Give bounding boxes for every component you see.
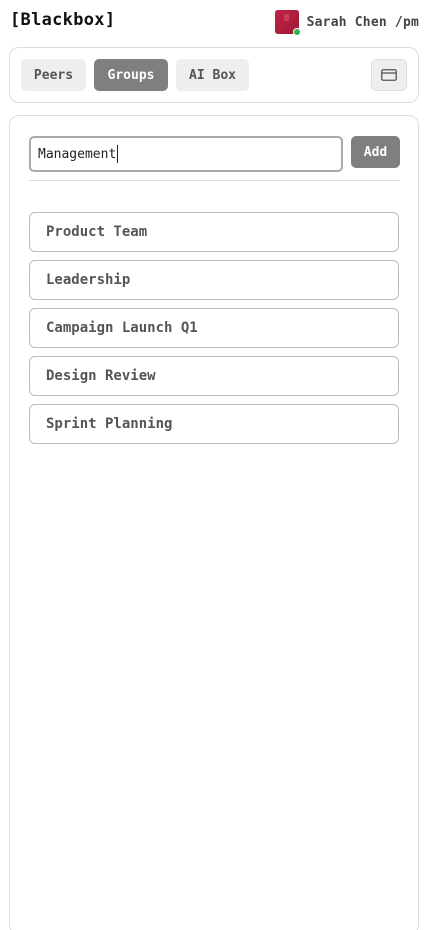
group-item-product-team[interactable]: Product Team: [29, 212, 399, 252]
wallet-button[interactable]: [371, 59, 407, 91]
user-name: Sarah Chen /pm: [306, 14, 419, 30]
group-item-design-review[interactable]: Design Review: [29, 356, 399, 396]
text-caret: [117, 145, 119, 163]
tab-groups[interactable]: Groups: [94, 59, 168, 91]
group-list: Product Team Leadership Campaign Launch …: [29, 212, 400, 452]
app-logo[interactable]: [Blackbox]: [10, 10, 115, 30]
group-item-campaign-launch-q1[interactable]: Campaign Launch Q1: [29, 308, 399, 348]
tab-ai-box[interactable]: AI Box: [176, 59, 249, 91]
app: [Blackbox] Sarah Chen /pm Peers Groups A…: [0, 0, 428, 930]
tab-peers[interactable]: Peers: [21, 59, 86, 91]
avatar[interactable]: [274, 10, 301, 36]
group-item-sprint-planning[interactable]: Sprint Planning: [29, 404, 399, 444]
nav-bar: Peers Groups AI Box: [9, 47, 419, 103]
group-name-input[interactable]: Management: [29, 136, 343, 172]
online-status-indicator: [292, 28, 301, 36]
divider: [29, 180, 400, 181]
groups-panel: Management Add Product Team Leadership C…: [9, 115, 419, 930]
group-item-leadership[interactable]: Leadership: [29, 260, 399, 300]
add-group-button[interactable]: Add: [351, 136, 400, 168]
credit-card-icon: [381, 69, 397, 81]
header: [Blackbox] Sarah Chen /pm: [0, 0, 428, 44]
group-name-input-value: Management: [38, 146, 117, 162]
user-profile[interactable]: Sarah Chen /pm: [274, 10, 419, 36]
